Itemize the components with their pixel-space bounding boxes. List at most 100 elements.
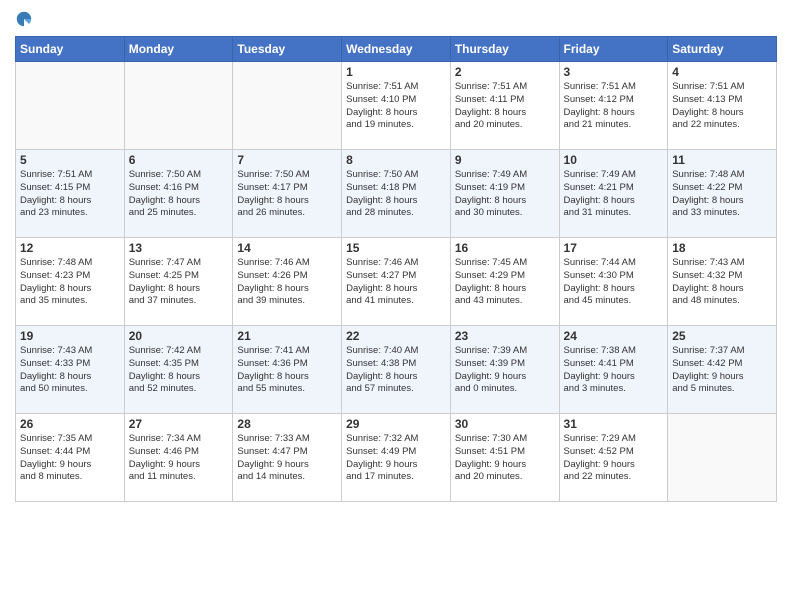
day-info: Sunrise: 7:48 AM Sunset: 4:22 PM Dayligh…: [672, 169, 772, 220]
day-number: 18: [672, 241, 772, 255]
calendar-cell: 5 Sunrise: 7:51 AM Sunset: 4:15 PM Daylig…: [16, 150, 125, 238]
day-number: 29: [346, 417, 446, 431]
calendar-cell: 2Sunrise: 7:51 AM Sunset: 4:11 PM Daylig…: [450, 62, 559, 150]
calendar-header-sunday: Sunday: [16, 37, 125, 62]
calendar-cell: 29Sunrise: 7:32 AM Sunset: 4:49 PM Dayli…: [342, 414, 451, 502]
calendar-week-2: 5 Sunrise: 7:51 AM Sunset: 4:15 PM Daylig…: [16, 150, 777, 238]
calendar-cell: 11 Sunrise: 7:48 AM Sunset: 4:22 PM Dayli…: [668, 150, 777, 238]
day-number: 25: [672, 329, 772, 343]
calendar-week-5: 26 Sunrise: 7:35 AM Sunset: 4:44 PM Dayli…: [16, 414, 777, 502]
day-number: 4: [672, 65, 772, 79]
calendar-cell: 6 Sunrise: 7:50 AM Sunset: 4:16 PM Daylig…: [124, 150, 233, 238]
calendar-cell: 17Sunrise: 7:44 AM Sunset: 4:30 PM Dayli…: [559, 238, 668, 326]
day-number: 26: [20, 417, 120, 431]
calendar-header-tuesday: Tuesday: [233, 37, 342, 62]
calendar-cell: 10 Sunrise: 7:49 AM Sunset: 4:21 PM Dayli…: [559, 150, 668, 238]
calendar-cell: 9 Sunrise: 7:49 AM Sunset: 4:19 PM Daylig…: [450, 150, 559, 238]
day-info: Sunrise: 7:46 AM Sunset: 4:26 PM Dayligh…: [237, 257, 337, 308]
day-info: Sunrise: 7:51 AM Sunset: 4:10 PM Dayligh…: [346, 81, 446, 132]
calendar-cell: 12 Sunrise: 7:48 AM Sunset: 4:23 PM Dayli…: [16, 238, 125, 326]
day-info: Sunrise: 7:34 AM Sunset: 4:46 PM Dayligh…: [129, 433, 229, 484]
calendar-cell: 31 Sunrise: 7:29 AM Sunset: 4:52 PM Dayli…: [559, 414, 668, 502]
day-info: Sunrise: 7:45 AM Sunset: 4:29 PM Dayligh…: [455, 257, 555, 308]
day-info: Sunrise: 7:41 AM Sunset: 4:36 PM Dayligh…: [237, 345, 337, 396]
day-number: 20: [129, 329, 229, 343]
day-info: Sunrise: 7:46 AM Sunset: 4:27 PM Dayligh…: [346, 257, 446, 308]
header: [15, 10, 777, 28]
day-info: Sunrise: 7:51 AM Sunset: 4:12 PM Dayligh…: [564, 81, 664, 132]
calendar-cell: 7 Sunrise: 7:50 AM Sunset: 4:17 PM Daylig…: [233, 150, 342, 238]
day-number: 14: [237, 241, 337, 255]
day-number: 24: [564, 329, 664, 343]
calendar-week-1: 1 Sunrise: 7:51 AM Sunset: 4:10 PM Daylig…: [16, 62, 777, 150]
day-info: Sunrise: 7:30 AM Sunset: 4:51 PM Dayligh…: [455, 433, 555, 484]
day-number: 7: [237, 153, 337, 167]
calendar-cell: 25 Sunrise: 7:37 AM Sunset: 4:42 PM Dayli…: [668, 326, 777, 414]
calendar-week-4: 19Sunrise: 7:43 AM Sunset: 4:33 PM Dayli…: [16, 326, 777, 414]
day-info: Sunrise: 7:51 AM Sunset: 4:13 PM Dayligh…: [672, 81, 772, 132]
calendar-cell: 13Sunrise: 7:47 AM Sunset: 4:25 PM Dayli…: [124, 238, 233, 326]
calendar-cell: 14 Sunrise: 7:46 AM Sunset: 4:26 PM Dayli…: [233, 238, 342, 326]
calendar-cell: 18 Sunrise: 7:43 AM Sunset: 4:32 PM Dayli…: [668, 238, 777, 326]
day-number: 16: [455, 241, 555, 255]
day-number: 21: [237, 329, 337, 343]
day-number: 22: [346, 329, 446, 343]
day-info: Sunrise: 7:51 AM Sunset: 4:15 PM Dayligh…: [20, 169, 120, 220]
calendar-header-wednesday: Wednesday: [342, 37, 451, 62]
calendar-week-3: 12 Sunrise: 7:48 AM Sunset: 4:23 PM Dayli…: [16, 238, 777, 326]
calendar-cell: [124, 62, 233, 150]
calendar-cell: [668, 414, 777, 502]
day-number: 31: [564, 417, 664, 431]
day-number: 12: [20, 241, 120, 255]
day-info: Sunrise: 7:50 AM Sunset: 4:16 PM Dayligh…: [129, 169, 229, 220]
day-number: 10: [564, 153, 664, 167]
day-number: 30: [455, 417, 555, 431]
calendar-cell: 20Sunrise: 7:42 AM Sunset: 4:35 PM Dayli…: [124, 326, 233, 414]
calendar-cell: 23 Sunrise: 7:39 AM Sunset: 4:39 PM Dayli…: [450, 326, 559, 414]
calendar-cell: 24 Sunrise: 7:38 AM Sunset: 4:41 PM Dayli…: [559, 326, 668, 414]
day-number: 1: [346, 65, 446, 79]
day-info: Sunrise: 7:50 AM Sunset: 4:17 PM Dayligh…: [237, 169, 337, 220]
day-info: Sunrise: 7:29 AM Sunset: 4:52 PM Dayligh…: [564, 433, 664, 484]
calendar-cell: 21 Sunrise: 7:41 AM Sunset: 4:36 PM Dayli…: [233, 326, 342, 414]
day-number: 19: [20, 329, 120, 343]
day-info: Sunrise: 7:48 AM Sunset: 4:23 PM Dayligh…: [20, 257, 120, 308]
calendar-cell: [16, 62, 125, 150]
day-info: Sunrise: 7:44 AM Sunset: 4:30 PM Dayligh…: [564, 257, 664, 308]
calendar-header-saturday: Saturday: [668, 37, 777, 62]
day-number: 8: [346, 153, 446, 167]
day-info: Sunrise: 7:50 AM Sunset: 4:18 PM Dayligh…: [346, 169, 446, 220]
day-number: 6: [129, 153, 229, 167]
day-info: Sunrise: 7:49 AM Sunset: 4:19 PM Dayligh…: [455, 169, 555, 220]
day-number: 3: [564, 65, 664, 79]
calendar-header-thursday: Thursday: [450, 37, 559, 62]
calendar-cell: 8 Sunrise: 7:50 AM Sunset: 4:18 PM Daylig…: [342, 150, 451, 238]
calendar-cell: 30 Sunrise: 7:30 AM Sunset: 4:51 PM Dayli…: [450, 414, 559, 502]
day-info: Sunrise: 7:49 AM Sunset: 4:21 PM Dayligh…: [564, 169, 664, 220]
day-number: 28: [237, 417, 337, 431]
calendar-cell: 3 Sunrise: 7:51 AM Sunset: 4:12 PM Daylig…: [559, 62, 668, 150]
day-info: Sunrise: 7:35 AM Sunset: 4:44 PM Dayligh…: [20, 433, 120, 484]
day-info: Sunrise: 7:43 AM Sunset: 4:32 PM Dayligh…: [672, 257, 772, 308]
calendar-cell: 4 Sunrise: 7:51 AM Sunset: 4:13 PM Daylig…: [668, 62, 777, 150]
calendar-table: SundayMondayTuesdayWednesdayThursdayFrid…: [15, 36, 777, 502]
day-info: Sunrise: 7:33 AM Sunset: 4:47 PM Dayligh…: [237, 433, 337, 484]
page-container: SundayMondayTuesdayWednesdayThursdayFrid…: [0, 0, 792, 612]
day-info: Sunrise: 7:37 AM Sunset: 4:42 PM Dayligh…: [672, 345, 772, 396]
logo: [15, 10, 35, 28]
day-number: 5: [20, 153, 120, 167]
day-number: 23: [455, 329, 555, 343]
day-number: 9: [455, 153, 555, 167]
day-number: 11: [672, 153, 772, 167]
day-info: Sunrise: 7:40 AM Sunset: 4:38 PM Dayligh…: [346, 345, 446, 396]
calendar-cell: 22 Sunrise: 7:40 AM Sunset: 4:38 PM Dayli…: [342, 326, 451, 414]
calendar-header-row: SundayMondayTuesdayWednesdayThursdayFrid…: [16, 37, 777, 62]
calendar-cell: 15 Sunrise: 7:46 AM Sunset: 4:27 PM Dayli…: [342, 238, 451, 326]
logo-icon: [15, 10, 33, 28]
day-info: Sunrise: 7:39 AM Sunset: 4:39 PM Dayligh…: [455, 345, 555, 396]
day-number: 13: [129, 241, 229, 255]
day-number: 15: [346, 241, 446, 255]
day-info: Sunrise: 7:51 AM Sunset: 4:11 PM Dayligh…: [455, 81, 555, 132]
calendar-header-friday: Friday: [559, 37, 668, 62]
day-info: Sunrise: 7:38 AM Sunset: 4:41 PM Dayligh…: [564, 345, 664, 396]
